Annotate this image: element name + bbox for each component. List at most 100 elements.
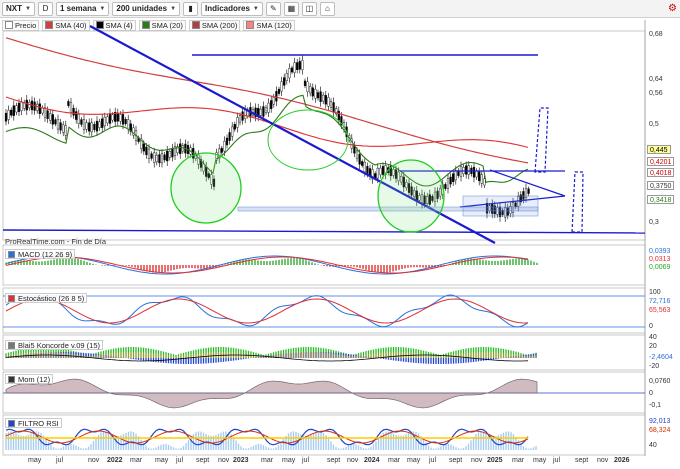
rsi-panel-title[interactable]: FILTRO RSI (5, 418, 62, 428)
candle-body (116, 112, 119, 122)
projection-arrow (571, 171, 584, 233)
time-axis-label: jul (302, 457, 310, 464)
time-axis-label: mar (130, 457, 143, 464)
price-badge: 0,3750 (647, 181, 675, 190)
candle-body (290, 67, 294, 73)
candle-body (69, 102, 73, 113)
candle-body (262, 106, 265, 117)
time-axis-label: sept (327, 457, 341, 464)
candle-body (121, 114, 125, 125)
candle-body (280, 81, 283, 92)
time-axis-label: 2025 (487, 457, 503, 464)
candle-body (361, 161, 364, 166)
candle-body (527, 188, 530, 194)
candle-body (452, 173, 455, 182)
price-axis-label: 0,3 (649, 219, 659, 226)
candle-body (95, 120, 99, 132)
time-axis-label: jul (176, 457, 184, 464)
blai5-swatch (8, 341, 15, 349)
candle-body (366, 166, 369, 174)
candle-body (46, 110, 49, 119)
candle-body (363, 162, 366, 173)
time-axis-label: mar (261, 457, 274, 464)
candle-body (51, 114, 54, 125)
candle-body (75, 111, 78, 120)
candle-body (223, 141, 226, 152)
candle-body (163, 154, 166, 161)
momentum-area (5, 378, 538, 409)
candle-body (480, 174, 483, 184)
candle-body (238, 115, 242, 123)
candle-body (306, 81, 309, 92)
candle-body (158, 154, 161, 164)
candle-body (166, 150, 169, 162)
candle-body (49, 113, 52, 121)
candle-body (311, 87, 314, 97)
blai5-axis-20: 20 (649, 343, 657, 350)
candle-body (454, 170, 457, 181)
candle-body (309, 86, 312, 94)
candle-body (4, 112, 8, 122)
stoch-axis-0: 0 (649, 323, 653, 330)
candle-body (153, 152, 156, 163)
candle-body (446, 178, 450, 189)
zone-box (462, 195, 539, 217)
time-axis-label: may (282, 457, 296, 464)
candle-body (298, 61, 301, 70)
candle-body (337, 110, 340, 121)
candle-body (381, 166, 385, 175)
chart-canvas[interactable] (0, 0, 680, 469)
highlight-circle (170, 152, 242, 224)
candle-body (241, 111, 244, 121)
rsi-swatch (8, 419, 15, 427)
stoch-axis-100: 100 (649, 289, 661, 296)
stoch-panel-title[interactable]: Estocástico (26 8 5) (5, 293, 88, 303)
candle-body (277, 88, 281, 94)
time-axis-label: sept (196, 457, 210, 464)
macd-title-label: MACD (12 26 9) (18, 249, 73, 259)
candle-body (319, 91, 322, 102)
time-axis-label: may (407, 457, 421, 464)
candle-body (147, 148, 151, 159)
price-axis-label: 0,64 (649, 76, 663, 83)
time-axis-label: nov (347, 457, 359, 464)
rsi-axis-40: 40 (649, 442, 657, 449)
candle-body (259, 108, 262, 116)
candle-body (36, 103, 39, 111)
highlight-circle (377, 159, 445, 233)
candle-body (80, 119, 83, 125)
macd-panel-title[interactable]: MACD (12 26 9) (5, 249, 76, 259)
time-axis-label: nov (218, 457, 230, 464)
candle-body (38, 103, 41, 114)
time-axis-label: sept (449, 457, 463, 464)
candle-body (358, 154, 361, 165)
time-axis-label: nov (88, 457, 100, 464)
candle-body (314, 88, 317, 99)
candle-body (111, 114, 114, 121)
candle-body (332, 102, 335, 113)
rsi-value-2: 68,324 (649, 427, 671, 434)
candle-body (465, 165, 468, 175)
candle-body (270, 100, 273, 109)
time-axis-label: mar (388, 457, 401, 464)
candle-body (62, 124, 65, 133)
time-axis: may jul nov 2022 mar may jul sept nov 2023 mar may j… (0, 456, 680, 469)
candle-body (17, 102, 21, 112)
blai5-title-label: Blai5 Koncorde v.09 (15) (18, 340, 100, 350)
candle-body (168, 151, 171, 158)
candle-body (478, 171, 481, 182)
candle-body (379, 167, 382, 176)
candle-body (106, 116, 109, 124)
mom-panel-title[interactable]: Mom (12) (5, 374, 54, 384)
blai5-panel-title[interactable]: Blai5 Koncorde v.09 (15) (5, 340, 103, 350)
candle-body (179, 143, 182, 154)
panel-frame (2, 287, 646, 334)
candle-body (275, 91, 278, 102)
blai5-axis-neg20: -20 (649, 363, 660, 370)
candle-body (327, 97, 330, 107)
candle-body (20, 101, 23, 111)
rsi-title-label: FILTRO RSI (18, 418, 59, 428)
stoch-title-label: Estocástico (26 8 5) (18, 293, 85, 303)
candle-body (283, 77, 286, 86)
mom-value: 0,0760 (649, 378, 671, 385)
